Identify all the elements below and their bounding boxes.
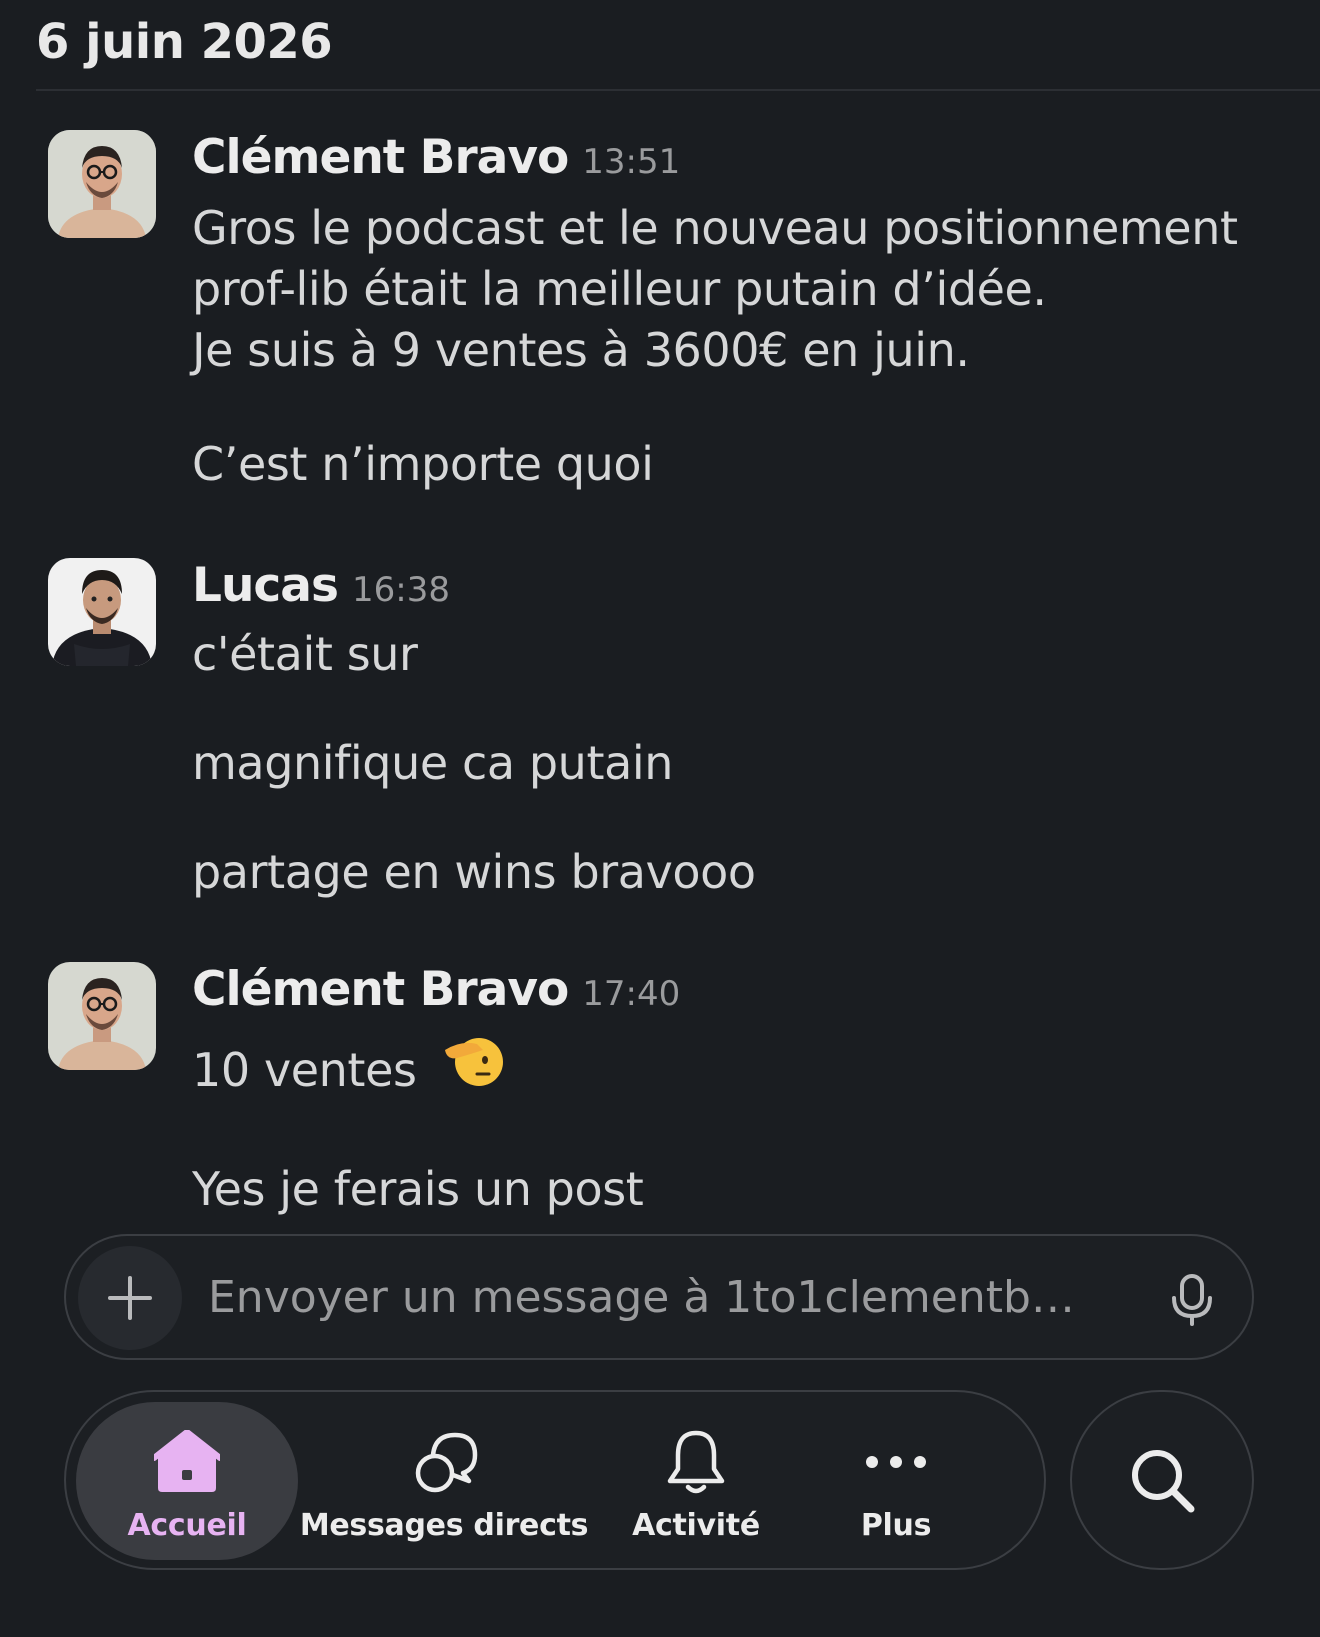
message-line: C’est n’importe quoi [192, 437, 654, 491]
message-body: c'était sur magnifique ca putain partage… [192, 624, 756, 903]
message-body: 10 ventes Yes je ferais un post [192, 1036, 644, 1220]
plus-icon [108, 1276, 152, 1320]
chat-screen: 6 juin 2026 Clément Bravo 13:51 Gros le … [0, 0, 1320, 1637]
microphone-button[interactable] [1166, 1272, 1218, 1328]
message-line-wrap: 10 ventes [192, 1036, 643, 1111]
bell-icon [664, 1422, 728, 1502]
author-name[interactable]: Clément Bravo [192, 130, 569, 185]
message-line: prof-lib était la meilleur putain d’idée… [192, 262, 1047, 316]
nav-item-messages-directs[interactable]: Messages directs [300, 1402, 588, 1560]
timestamp: 13:51 [582, 142, 681, 182]
saluting-face-emoji-icon [443, 1030, 505, 1105]
message-line: 10 ventes [192, 1043, 417, 1097]
direct-messages-icon [409, 1422, 479, 1502]
message-line: Gros le podcast et le nouveau positionne… [192, 201, 1238, 255]
message-composer [64, 1234, 1254, 1360]
nav-label: Accueil [127, 1508, 247, 1543]
message-body: Gros le podcast et le nouveau positionne… [192, 198, 1238, 495]
author-name[interactable]: Clément Bravo [192, 962, 569, 1017]
author-name[interactable]: Lucas [192, 558, 339, 613]
message-input[interactable] [208, 1260, 1088, 1334]
message: Clément Bravo 13:51 Gros le podcast et l… [48, 130, 1308, 510]
avatar[interactable] [48, 962, 156, 1070]
microphone-icon [1172, 1274, 1212, 1326]
avatar[interactable] [48, 558, 156, 666]
nav-item-activite[interactable]: Activité [606, 1402, 786, 1560]
nav-label: Messages directs [299, 1508, 589, 1543]
nav-label: Activité [632, 1508, 760, 1543]
search-icon [1132, 1450, 1195, 1513]
nav-label: Plus [860, 1508, 932, 1543]
avatar-lucas-icon [48, 558, 156, 666]
timestamp: 17:40 [582, 974, 681, 1014]
message-line: partage en wins bravooo [192, 845, 756, 899]
nav-item-accueil[interactable]: Accueil [76, 1402, 298, 1560]
avatar-clement-icon [48, 962, 156, 1070]
message-line: magnifique ca putain [192, 736, 673, 790]
timestamp: 16:38 [351, 570, 450, 610]
message: Lucas 16:38 c'était sur magnifique ca pu… [48, 558, 1308, 918]
more-icon [863, 1422, 929, 1502]
message-line: Je suis à 9 ventes à 3600€ en juin. [192, 323, 970, 377]
date-header: 6 juin 2026 [36, 14, 333, 70]
message-header: Clément Bravo 17:40 [192, 962, 680, 1022]
message-header: Clément Bravo 13:51 [192, 130, 680, 190]
message-header: Lucas 16:38 [192, 558, 450, 618]
message-line: Yes je ferais un post [192, 1162, 644, 1216]
message-line: c'était sur [192, 627, 418, 681]
search-button[interactable] [1070, 1390, 1254, 1570]
add-attachment-button[interactable] [78, 1246, 182, 1350]
message: Clément Bravo 17:40 10 ventes Yes je fer… [48, 962, 1308, 1216]
nav-item-plus[interactable]: Plus [826, 1402, 966, 1560]
date-divider [36, 89, 1320, 91]
home-icon [154, 1422, 220, 1502]
bottom-navigation: Accueil Messages directs Activité Plus [64, 1390, 1046, 1570]
avatar-clement-icon [48, 130, 156, 238]
avatar[interactable] [48, 130, 156, 238]
